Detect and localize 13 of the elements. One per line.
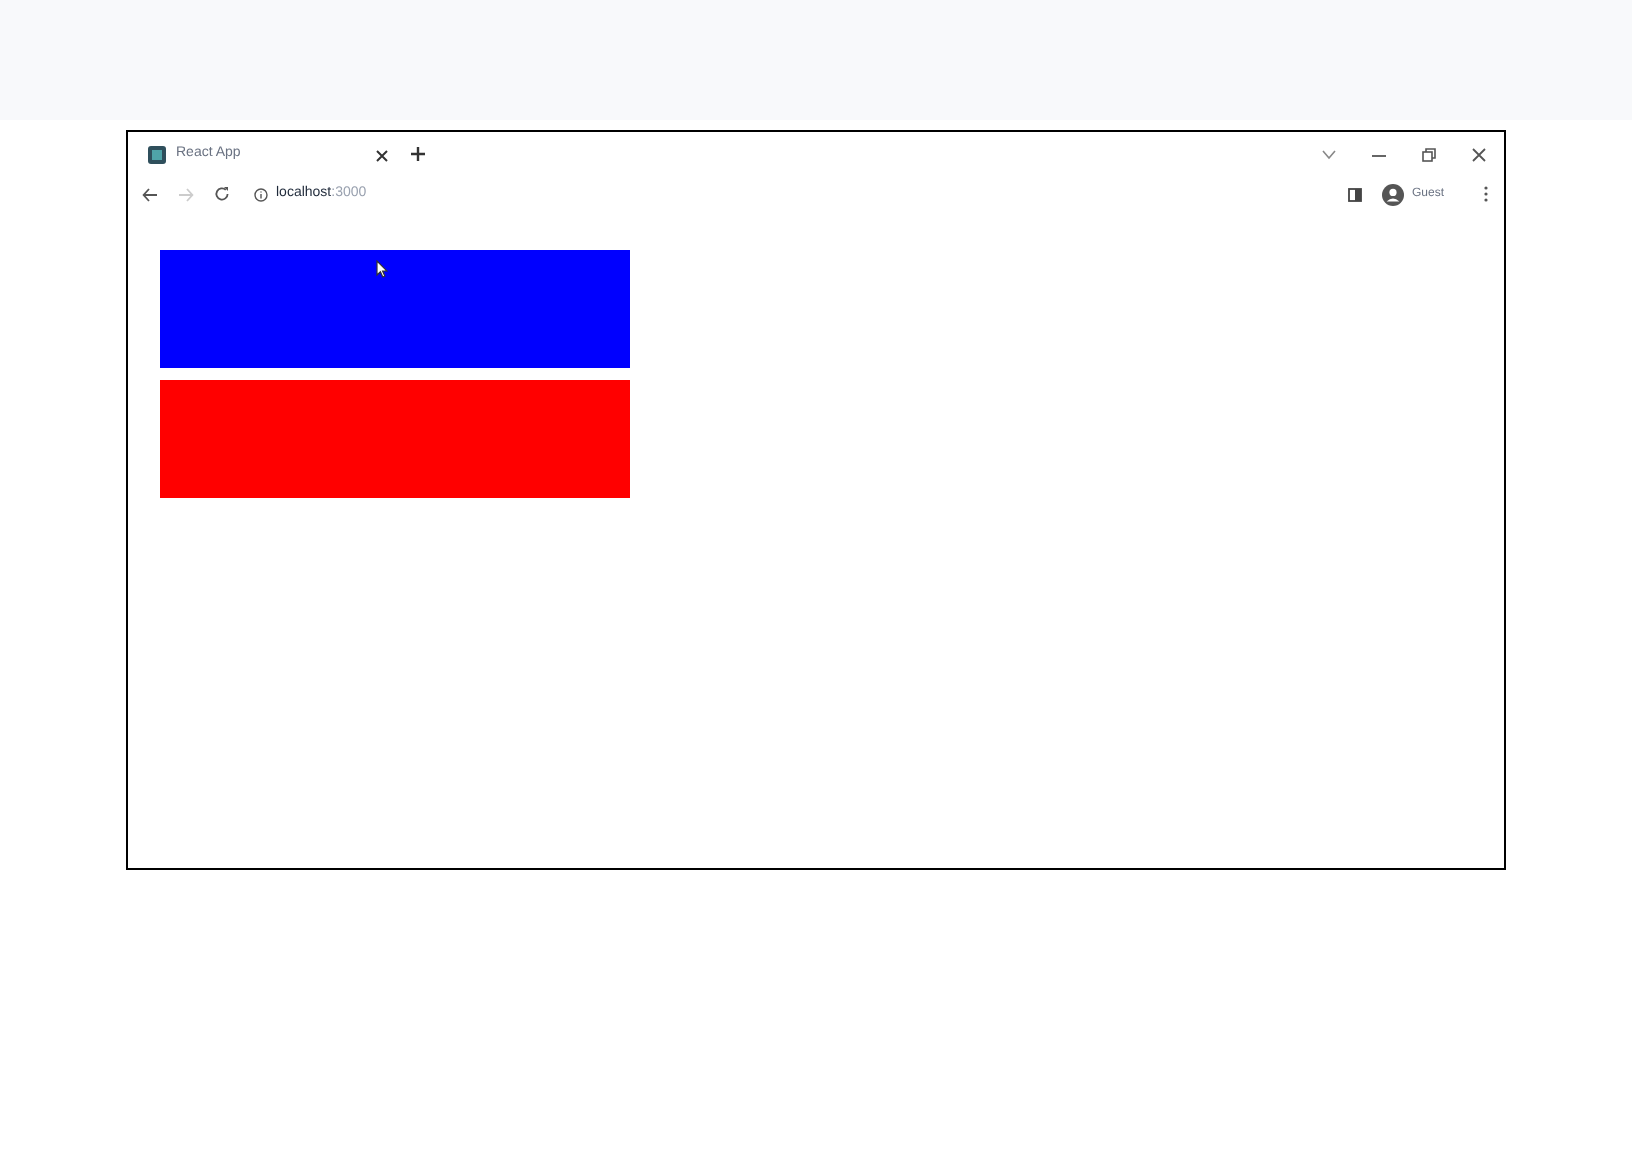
chevron-down-icon[interactable] xyxy=(1322,150,1336,160)
info-icon[interactable] xyxy=(254,187,268,201)
mouse-cursor-icon xyxy=(376,260,388,278)
minimize-icon[interactable] xyxy=(1372,153,1386,157)
back-icon[interactable] xyxy=(142,187,158,201)
restore-icon[interactable] xyxy=(1422,148,1436,162)
favicon-icon xyxy=(148,146,166,164)
close-icon[interactable] xyxy=(1472,148,1486,162)
side-panel-icon[interactable] xyxy=(1347,187,1362,201)
new-tab-icon[interactable] xyxy=(410,146,426,162)
profile-icon[interactable] xyxy=(1381,183,1404,205)
reload-icon[interactable] xyxy=(214,186,230,202)
close-icon[interactable] xyxy=(376,149,388,161)
